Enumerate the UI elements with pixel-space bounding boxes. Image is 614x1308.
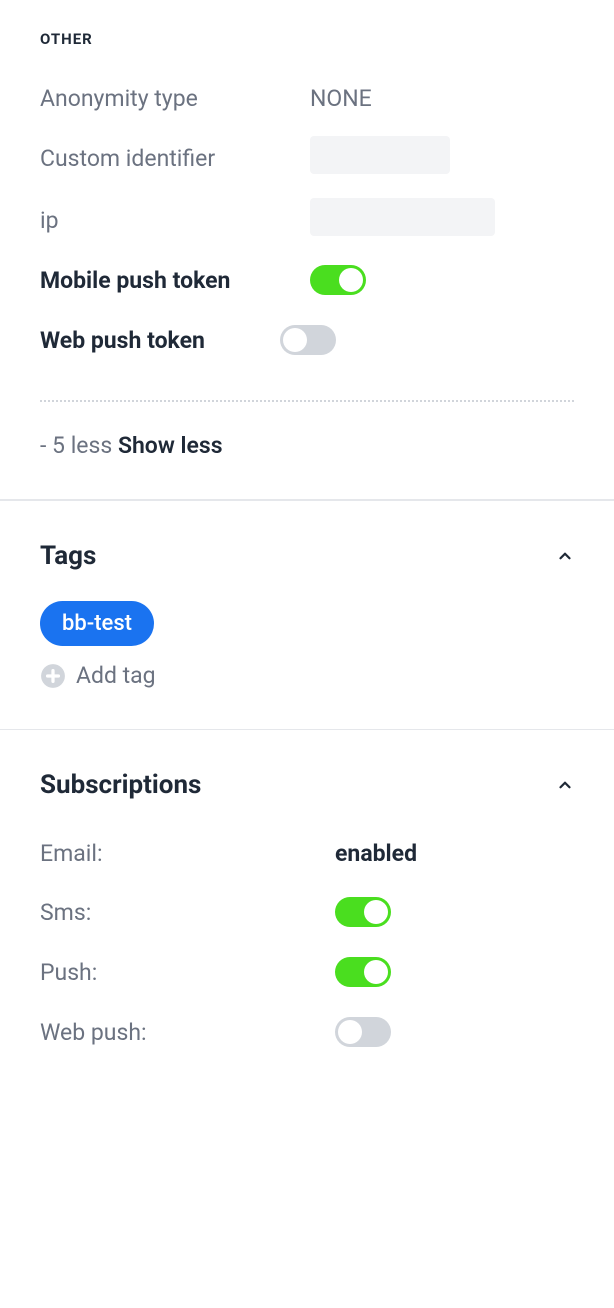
custom-identifier-row: Custom identifier: [40, 136, 574, 180]
tag-pill[interactable]: bb-test: [40, 601, 154, 646]
anonymity-value: NONE: [310, 85, 372, 112]
ip-row: ip: [40, 198, 574, 242]
mobile-push-toggle[interactable]: [310, 265, 366, 295]
add-tag-label: Add tag: [76, 662, 156, 689]
plus-circle-icon: [40, 663, 66, 689]
ip-label: ip: [40, 207, 310, 234]
sms-toggle[interactable]: [335, 897, 391, 927]
web-push-token-row: Web push token: [40, 320, 574, 360]
mobile-push-row: Mobile push token: [40, 260, 574, 300]
tags-title: Tags: [40, 541, 96, 571]
chevron-up-icon: [556, 776, 574, 794]
anonymity-row: Anonymity type NONE: [40, 78, 574, 118]
anonymity-label: Anonymity type: [40, 85, 310, 112]
custom-identifier-value: [310, 136, 450, 180]
redacted-value: [310, 136, 450, 174]
subscriptions-body: Email: enabled Sms: Push: Web push:: [40, 840, 574, 1047]
redacted-value: [310, 198, 495, 236]
subscriptions-header[interactable]: Subscriptions: [40, 770, 574, 800]
custom-identifier-label: Custom identifier: [40, 145, 310, 172]
show-less-row[interactable]: - 5 less Show less: [40, 432, 574, 459]
email-label: Email:: [40, 840, 335, 867]
subscriptions-section: Subscriptions Email: enabled Sms: Push: …: [0, 729, 614, 1107]
push-row: Push:: [40, 957, 574, 987]
web-push-label: Web push:: [40, 1019, 335, 1046]
sms-label: Sms:: [40, 899, 335, 926]
push-toggle[interactable]: [335, 957, 391, 987]
sms-row: Sms:: [40, 897, 574, 927]
tags-section: Tags bb-test Add tag: [0, 500, 614, 730]
push-label: Push:: [40, 959, 335, 986]
add-tag-button[interactable]: Add tag: [40, 662, 574, 689]
show-less-prefix: - 5 less: [40, 432, 118, 459]
tags-body: bb-test Add tag: [40, 601, 574, 689]
chevron-up-icon: [556, 547, 574, 565]
ip-value: [310, 198, 495, 242]
web-push-token-label: Web push token: [40, 327, 280, 354]
other-heading: OTHER: [40, 30, 574, 48]
mobile-push-label: Mobile push token: [40, 267, 310, 294]
subscriptions-title: Subscriptions: [40, 770, 201, 800]
email-row: Email: enabled: [40, 840, 574, 867]
other-section: OTHER Anonymity type NONE Custom identif…: [0, 0, 614, 500]
web-push-row: Web push:: [40, 1017, 574, 1047]
email-value: enabled: [335, 840, 417, 867]
tags-header[interactable]: Tags: [40, 541, 574, 571]
web-push-toggle[interactable]: [335, 1017, 391, 1047]
show-less-link[interactable]: Show less: [118, 432, 223, 459]
divider: [40, 400, 574, 402]
web-push-token-toggle[interactable]: [280, 325, 336, 355]
